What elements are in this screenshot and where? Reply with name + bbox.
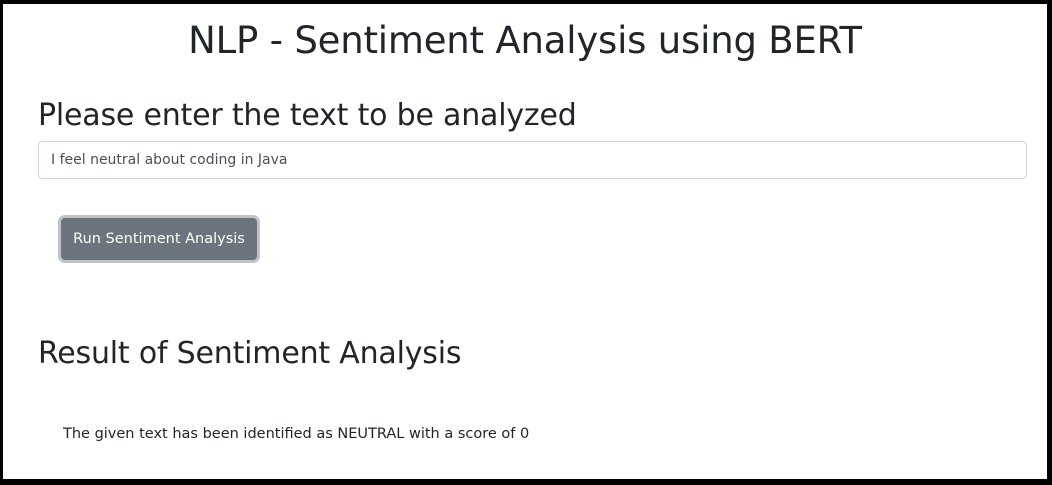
run-sentiment-analysis-button[interactable]: Run Sentiment Analysis: [61, 218, 257, 260]
result-text: The given text has been identified as NE…: [63, 426, 530, 442]
input-section-heading: Please enter the text to be analyzed: [38, 98, 577, 133]
page-title: NLP - Sentiment Analysis using BERT: [188, 19, 862, 62]
result-section-heading: Result of Sentiment Analysis: [38, 336, 462, 371]
analysis-text-input[interactable]: [38, 141, 1027, 179]
app-window: NLP - Sentiment Analysis using BERT Plea…: [0, 0, 1052, 485]
